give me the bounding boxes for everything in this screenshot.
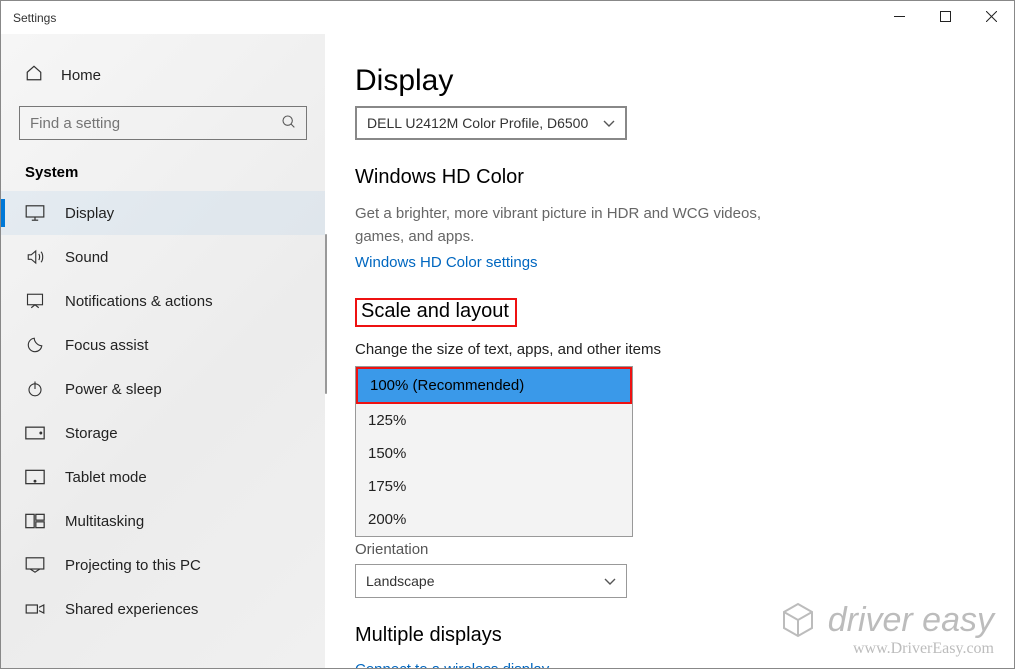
tablet-icon [25, 467, 45, 487]
power-icon [25, 379, 45, 399]
minimize-button[interactable] [876, 1, 922, 31]
category-label: System [1, 158, 325, 191]
search-input[interactable] [19, 106, 307, 140]
nav-item-sound[interactable]: Sound [1, 235, 325, 279]
scale-option[interactable]: 125% [356, 404, 632, 437]
close-button[interactable] [968, 1, 1014, 31]
orientation-value: Landscape [366, 573, 435, 589]
nav-item-focus[interactable]: Focus assist [1, 323, 325, 367]
scale-option[interactable]: 150% [356, 437, 632, 470]
nav-item-power[interactable]: Power & sleep [1, 367, 325, 411]
page-title: Display [355, 64, 974, 98]
nav-label: Storage [65, 425, 118, 442]
window-controls [876, 1, 1014, 31]
scale-option-selected[interactable]: 100% (Recommended) [356, 367, 632, 404]
home-label: Home [61, 67, 101, 84]
nav-label: Focus assist [65, 337, 148, 354]
multi-link[interactable]: Connect to a wireless display [355, 661, 549, 668]
search-icon [281, 114, 297, 135]
notifications-icon [25, 291, 45, 311]
nav-item-notifications[interactable]: Notifications & actions [1, 279, 325, 323]
nav-item-display[interactable]: Display [1, 191, 325, 235]
nav-label: Projecting to this PC [65, 557, 201, 574]
focus-icon [25, 335, 45, 355]
scale-option[interactable]: 200% [356, 503, 632, 536]
shared-icon [25, 599, 45, 619]
nav-label: Notifications & actions [65, 293, 213, 310]
nav-label: Shared experiences [65, 601, 198, 618]
nav-list: Display Sound Notifications & actions Fo… [1, 191, 325, 631]
nav-label: Tablet mode [65, 469, 147, 486]
maximize-button[interactable] [922, 1, 968, 31]
sidebar: Home System Display Sound Notifications … [1, 34, 325, 668]
main-panel: Display DELL U2412M Color Profile, D6500… [325, 34, 1014, 668]
nav-item-tablet[interactable]: Tablet mode [1, 455, 325, 499]
home-button[interactable]: Home [1, 54, 325, 96]
scale-label: Change the size of text, apps, and other… [355, 341, 974, 358]
storage-icon [25, 423, 45, 443]
chevron-down-icon [603, 115, 615, 131]
search-wrap [19, 106, 307, 140]
projecting-icon [25, 555, 45, 575]
orientation-dropdown[interactable]: Landscape [355, 564, 627, 598]
display-icon [25, 203, 45, 223]
scale-option[interactable]: 175% [356, 470, 632, 503]
watermark: driver easy www.DriverEasy.com [778, 600, 994, 658]
hd-heading: Windows HD Color [355, 166, 974, 189]
nav-item-projecting[interactable]: Projecting to this PC [1, 543, 325, 587]
hd-desc: Get a brighter, more vibrant picture in … [355, 203, 775, 248]
nav-label: Power & sleep [65, 381, 162, 398]
color-profile-value: DELL U2412M Color Profile, D6500 [367, 115, 588, 131]
hd-link[interactable]: Windows HD Color settings [355, 254, 538, 271]
multitask-icon [25, 511, 45, 531]
window-title: Settings [13, 11, 56, 25]
scrollbar[interactable] [325, 234, 327, 394]
scale-heading-highlight: Scale and layout [355, 298, 517, 327]
nav-label: Multitasking [65, 513, 144, 530]
cube-icon [778, 600, 818, 640]
nav-item-multitask[interactable]: Multitasking [1, 499, 325, 543]
chevron-down-icon [604, 573, 616, 589]
titlebar: Settings [1, 1, 1014, 34]
color-profile-dropdown[interactable]: DELL U2412M Color Profile, D6500 [355, 106, 627, 140]
home-icon [25, 64, 43, 86]
nav-label: Sound [65, 249, 108, 266]
orientation-label: Orientation [355, 535, 974, 564]
nav-item-storage[interactable]: Storage [1, 411, 325, 455]
scale-dropdown[interactable]: 100% (Recommended) 125% 150% 175% 200% [355, 366, 633, 537]
nav-item-shared[interactable]: Shared experiences [1, 587, 325, 631]
scale-heading: Scale and layout [361, 300, 509, 323]
watermark-brand: driver easy [828, 601, 994, 640]
nav-label: Display [65, 205, 114, 222]
sound-icon [25, 247, 45, 267]
watermark-url: www.DriverEasy.com [778, 640, 994, 658]
